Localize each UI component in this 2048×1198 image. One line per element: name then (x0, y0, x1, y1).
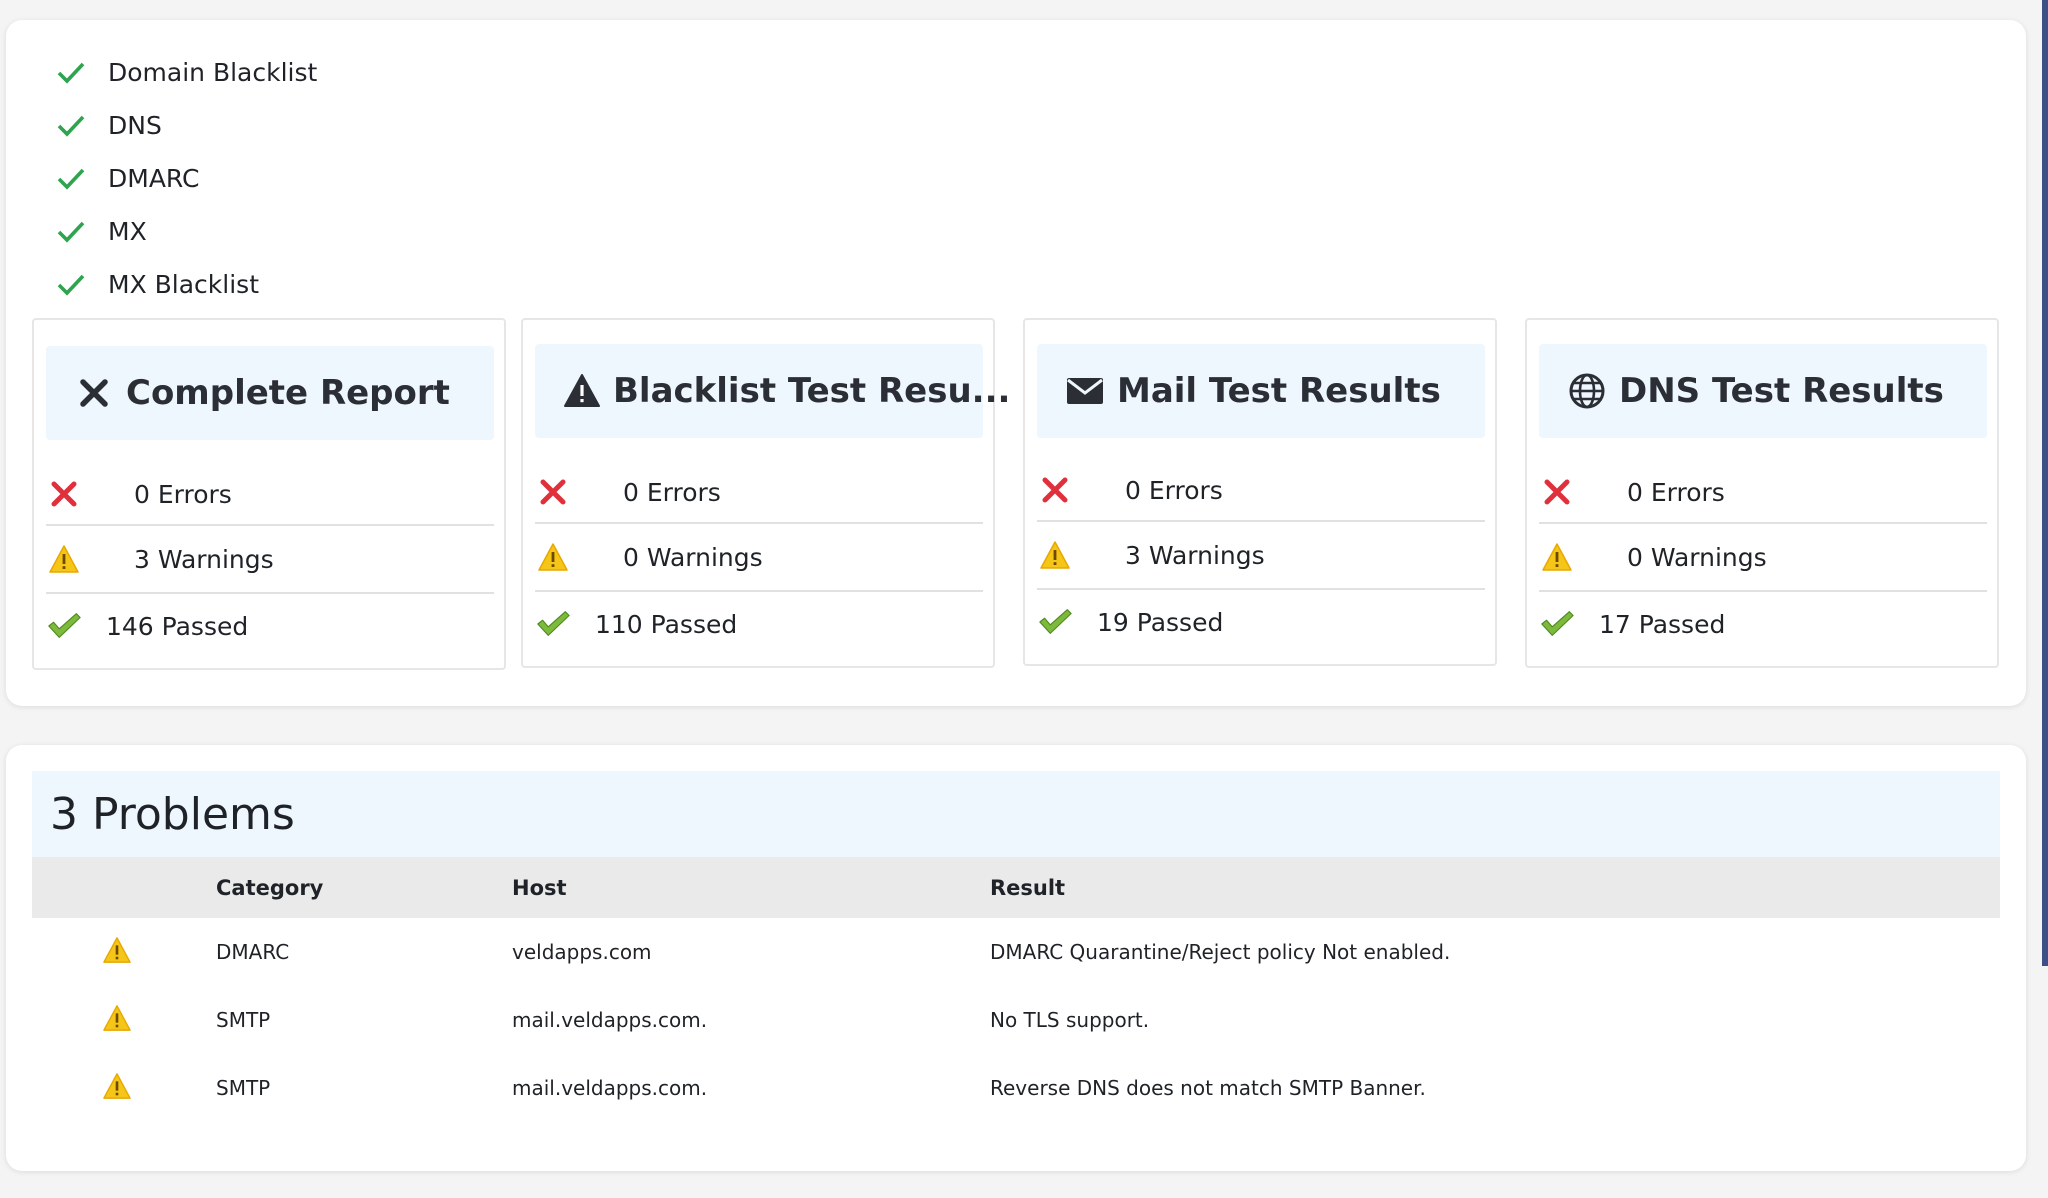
checklist-item-dmarc: DMARC (56, 152, 317, 205)
host-cell: mail.veldapps.com. (512, 1008, 708, 1032)
errors-count: 0 Errors (1627, 477, 1725, 507)
table-row[interactable]: SMTP mail.veldapps.com. Reverse DNS does… (32, 1054, 2000, 1122)
checklist-item-mx: MX (56, 205, 317, 258)
globe-icon (1567, 371, 1607, 411)
problems-title: 3 Problems (50, 788, 295, 840)
check-icon (56, 163, 94, 195)
problems-header: 3 Problems (32, 771, 2000, 857)
card-header[interactable]: Complete Report (46, 346, 494, 440)
envelope-icon (1065, 371, 1105, 411)
card-title: Blacklist Test Resu... (613, 371, 1011, 411)
checklist-item-label: MX Blacklist (108, 270, 260, 299)
x-icon (74, 373, 114, 413)
check-icon (56, 110, 94, 142)
passed-check-icon (1539, 606, 1575, 642)
passed-row[interactable]: 19 Passed (1037, 590, 1485, 654)
warning-icon (102, 1072, 132, 1105)
table-header-row: Category Host Result (32, 857, 2000, 918)
category-cell: SMTP (216, 1008, 271, 1032)
checklist-item-domain-blacklist: Domain Blacklist (56, 46, 317, 99)
result-cell: No TLS support. (990, 1008, 1150, 1032)
checklist-item-label: DMARC (108, 164, 200, 193)
result-cell: Reverse DNS does not match SMTP Banner. (990, 1076, 1426, 1100)
warning-icon (46, 541, 82, 577)
passed-check-icon (1037, 604, 1073, 640)
icon-column-header (32, 857, 216, 918)
errors-count: 0 Errors (1125, 475, 1223, 505)
passed-count: 19 Passed (1097, 607, 1224, 637)
mail-results-card[interactable]: Mail Test Results 0 Errors 3 Warnings 19… (1023, 318, 1497, 666)
passed-row[interactable]: 17 Passed (1539, 592, 1987, 656)
errors-row[interactable]: 0 Errors (1539, 462, 1987, 524)
passed-count: 17 Passed (1599, 609, 1726, 639)
table-row[interactable]: SMTP mail.veldapps.com. No TLS support. (32, 986, 2000, 1054)
errors-count: 0 Errors (623, 477, 721, 507)
errors-row[interactable]: 0 Errors (46, 464, 494, 526)
error-x-icon (535, 474, 571, 510)
card-title: Complete Report (126, 373, 450, 413)
result-cell: DMARC Quarantine/Reject policy Not enabl… (990, 940, 1451, 964)
passed-count: 146 Passed (106, 611, 249, 641)
error-x-icon (1037, 472, 1073, 508)
scrollbar[interactable] (2042, 0, 2048, 966)
check-icon (56, 57, 94, 89)
warning-icon (1037, 537, 1073, 573)
warning-icon (102, 936, 132, 969)
errors-row[interactable]: 0 Errors (1037, 460, 1485, 522)
warnings-row[interactable]: 3 Warnings (1037, 522, 1485, 590)
warnings-row[interactable]: 0 Warnings (1539, 524, 1987, 592)
blacklist-results-card[interactable]: Blacklist Test Resu... 0 Errors 0 Warnin… (521, 318, 1010, 668)
passed-row[interactable]: 146 Passed (46, 594, 494, 658)
host-cell: mail.veldapps.com. (512, 1076, 708, 1100)
error-x-icon (46, 476, 82, 512)
checklist-item-label: Domain Blacklist (108, 58, 318, 87)
card-title: DNS Test Results (1619, 371, 1944, 411)
passed-count: 110 Passed (595, 609, 738, 639)
checklist-item-mx-blacklist: MX Blacklist (56, 258, 317, 311)
warning-icon (535, 539, 571, 575)
warnings-row[interactable]: 0 Warnings (535, 524, 983, 592)
warnings-count: 3 Warnings (134, 544, 274, 574)
warnings-count: 0 Warnings (1627, 542, 1767, 572)
error-x-icon (1539, 474, 1575, 510)
category-cell: SMTP (216, 1076, 271, 1100)
card-header[interactable]: Mail Test Results (1037, 344, 1485, 438)
warning-icon (102, 1004, 132, 1037)
problems-panel: 3 Problems Category Host Result DMARC ve… (6, 745, 2026, 1171)
errors-row[interactable]: 0 Errors (535, 462, 983, 524)
warnings-count: 3 Warnings (1125, 540, 1265, 570)
warning-icon (1539, 539, 1575, 575)
host-cell: veldapps.com (512, 940, 652, 964)
checklist-item-label: DNS (108, 111, 162, 140)
problems-table: Category Host Result DMARC veldapps.com … (32, 857, 2000, 1122)
card-header[interactable]: Blacklist Test Resu... (535, 344, 1010, 438)
summary-panel: Domain Blacklist DNS DMARC MX MX Blackli… (6, 20, 2026, 706)
check-icon (56, 216, 94, 248)
passed-check-icon (535, 606, 571, 642)
dns-results-card[interactable]: DNS Test Results 0 Errors 0 Warnings 17 … (1525, 318, 1999, 668)
warnings-row[interactable]: 3 Warnings (46, 526, 494, 594)
check-icon (56, 269, 94, 301)
host-column-header[interactable]: Host (512, 857, 990, 918)
category-column-header[interactable]: Category (216, 857, 512, 918)
checklist-item-label: MX (108, 217, 147, 246)
errors-count: 0 Errors (134, 479, 232, 509)
table-row[interactable]: DMARC veldapps.com DMARC Quarantine/Reje… (32, 918, 2000, 986)
warning-icon (563, 371, 601, 411)
warnings-count: 0 Warnings (623, 542, 763, 572)
result-column-header[interactable]: Result (990, 857, 2000, 918)
passed-check-icon (46, 608, 82, 644)
test-checklist: Domain Blacklist DNS DMARC MX MX Blackli… (56, 46, 317, 311)
category-cell: DMARC (216, 940, 290, 964)
card-title: Mail Test Results (1117, 371, 1441, 411)
passed-row[interactable]: 110 Passed (535, 592, 983, 656)
complete-report-card[interactable]: Complete Report 0 Errors 3 Warnings 146 … (32, 318, 506, 670)
checklist-item-dns: DNS (56, 99, 317, 152)
card-header[interactable]: DNS Test Results (1539, 344, 1987, 438)
